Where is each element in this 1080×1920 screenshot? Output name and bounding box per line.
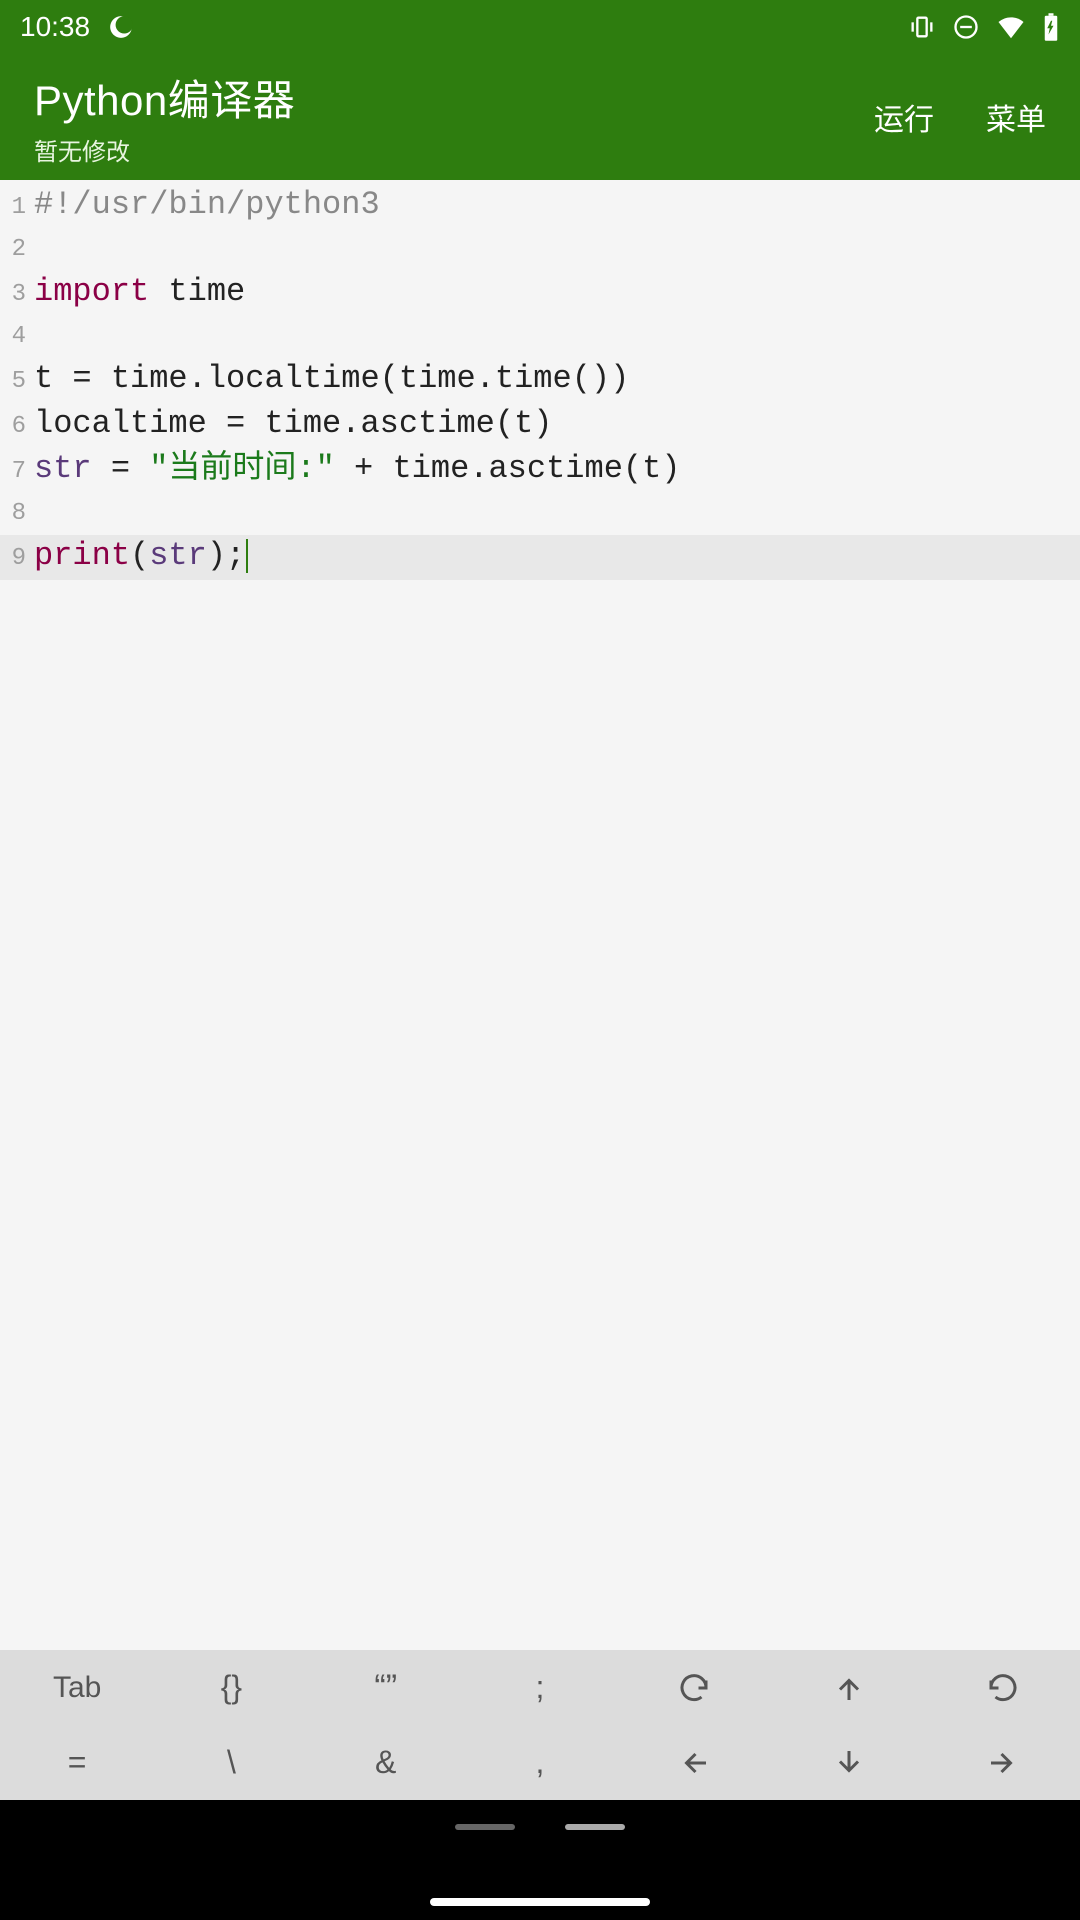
code-line[interactable]: 5t = time.localtime(time.time())	[0, 358, 1080, 403]
system-nav-bar	[0, 1800, 1080, 1920]
arrow-down-icon[interactable]	[771, 1725, 925, 1800]
nav-handle	[455, 1824, 515, 1830]
toolbar-key-Tab[interactable]: Tab	[0, 1650, 154, 1725]
app-bar: Python编译器 暂无修改 运行 菜单	[0, 54, 1080, 180]
code-line[interactable]: 3import time	[0, 271, 1080, 316]
arrow-up-icon[interactable]	[771, 1650, 925, 1725]
code-content[interactable]: #!/usr/bin/python3	[30, 184, 380, 226]
toolbar-key-symsym[interactable]: {}	[154, 1650, 308, 1725]
code-line[interactable]: 2	[0, 229, 1080, 271]
code-content[interactable]: print(str);	[30, 535, 248, 577]
code-content[interactable]: import time	[30, 271, 245, 313]
moon-icon	[108, 14, 134, 40]
run-button[interactable]: 运行	[874, 95, 934, 139]
undo-icon[interactable]	[617, 1650, 771, 1725]
line-number: 5	[0, 361, 30, 403]
toolbar-key-sym[interactable]: =	[0, 1725, 154, 1800]
code-line[interactable]: 4	[0, 316, 1080, 358]
code-content[interactable]: str = "当前时间:" + time.asctime(t)	[30, 448, 681, 490]
code-content[interactable]: t = time.localtime(time.time())	[30, 358, 629, 400]
redo-icon[interactable]	[926, 1650, 1080, 1725]
line-number: 7	[0, 451, 30, 493]
nav-handle	[565, 1824, 625, 1830]
text-cursor	[246, 539, 248, 573]
battery-icon	[1042, 12, 1060, 42]
app-subtitle: 暂无修改	[34, 132, 295, 167]
code-line[interactable]: 7str = "当前时间:" + time.asctime(t)	[0, 448, 1080, 493]
arrow-right-icon[interactable]	[926, 1725, 1080, 1800]
line-number: 2	[0, 229, 30, 271]
code-editor[interactable]: 1#!/usr/bin/python323import time45t = ti…	[0, 180, 1080, 1650]
line-number: 4	[0, 316, 30, 358]
toolbar-key-sym[interactable]: ;	[463, 1650, 617, 1725]
line-number: 8	[0, 493, 30, 535]
toolbar-key-sym[interactable]: ,	[463, 1725, 617, 1800]
code-line[interactable]: 6localtime = time.asctime(t)	[0, 403, 1080, 448]
toolbar-key-symsym[interactable]: “”	[309, 1650, 463, 1725]
status-bar: 10:38	[0, 0, 1080, 54]
toolbar-key-sym[interactable]: \	[154, 1725, 308, 1800]
line-number: 6	[0, 406, 30, 448]
line-number: 1	[0, 187, 30, 229]
vibrate-icon	[908, 13, 936, 41]
menu-button[interactable]: 菜单	[986, 95, 1046, 139]
home-indicator[interactable]	[430, 1898, 650, 1906]
code-line[interactable]: 9print(str);	[0, 535, 1080, 580]
arrow-left-icon[interactable]	[617, 1725, 771, 1800]
line-number: 3	[0, 274, 30, 316]
toolbar-key-sym[interactable]: &	[309, 1725, 463, 1800]
code-line[interactable]: 8	[0, 493, 1080, 535]
wifi-icon	[996, 12, 1026, 42]
app-title: Python编译器	[34, 67, 295, 128]
code-content[interactable]: localtime = time.asctime(t)	[30, 403, 552, 445]
line-number: 9	[0, 538, 30, 580]
status-time: 10:38	[20, 11, 90, 43]
symbol-toolbar: Tab{}“”; =\&,	[0, 1650, 1080, 1800]
code-line[interactable]: 1#!/usr/bin/python3	[0, 184, 1080, 229]
dnd-icon	[952, 13, 980, 41]
